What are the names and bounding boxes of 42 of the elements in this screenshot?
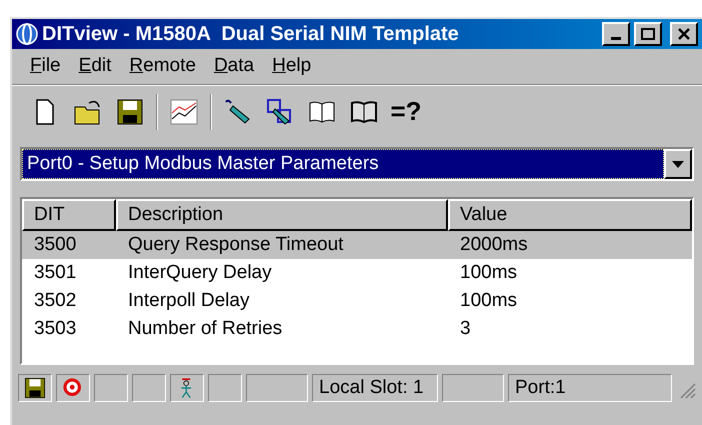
minimize-button[interactable] [602,22,630,46]
table-cell-text: 100ms [459,260,518,285]
dropdown-arrow-button[interactable] [664,149,692,179]
table-cell-text: 2000ms [459,232,529,257]
maximize-icon [641,28,655,40]
menu-item[interactable]: Edit [78,52,112,81]
status-panel: Local Slot: 1 [312,374,438,402]
maximize-button[interactable] [634,22,662,46]
table-row[interactable]: 3500 Query Response Timeout 2000ms [22,231,692,259]
column-header[interactable]: Description [116,199,448,231]
dropdown-value: Port0 - Setup Modbus Master Parameters [27,152,379,176]
port-dropdown[interactable]: Port0 - Setup Modbus Master Parameters [20,147,694,181]
table-cell-text: 100ms [459,288,518,313]
table-cell-text: 3503 [33,316,78,341]
line-chart-icon [169,96,199,126]
help-button[interactable]: =? [390,94,422,130]
menu-item[interactable]: Data [214,52,254,81]
table-cell-text: 3501 [33,260,78,285]
table-cell-text: Query Response Timeout [127,232,344,257]
status-panel [208,374,242,402]
table-cell-text: 3500 [33,232,78,257]
close-icon [678,28,690,40]
close-button[interactable] [670,22,698,46]
minimize-icon [611,37,621,40]
menu-item[interactable]: Help [272,52,312,81]
table-cell-text: 3502 [33,288,78,313]
menu-item[interactable]: Remote [129,52,196,81]
status-panel [94,374,128,402]
menu-item[interactable]: File [30,52,61,81]
table-cell-text: Interpoll Delay [127,288,250,313]
status-panel [442,374,504,402]
table-cell-text: 3 [459,316,472,341]
column-header[interactable]: Value [448,199,692,231]
status-panel [246,374,308,402]
column-header[interactable]: DIT [22,199,116,231]
window-title: DITview - M1580A Dual Serial NIM Template [42,22,460,47]
caret-icon [672,160,684,168]
globe-icon [16,23,38,45]
status-panel [132,374,166,402]
status-panel: Port:1 [508,374,672,402]
table-cell-text: InterQuery Delay [127,260,273,285]
table-cell-text: Number of Retries [127,316,284,341]
